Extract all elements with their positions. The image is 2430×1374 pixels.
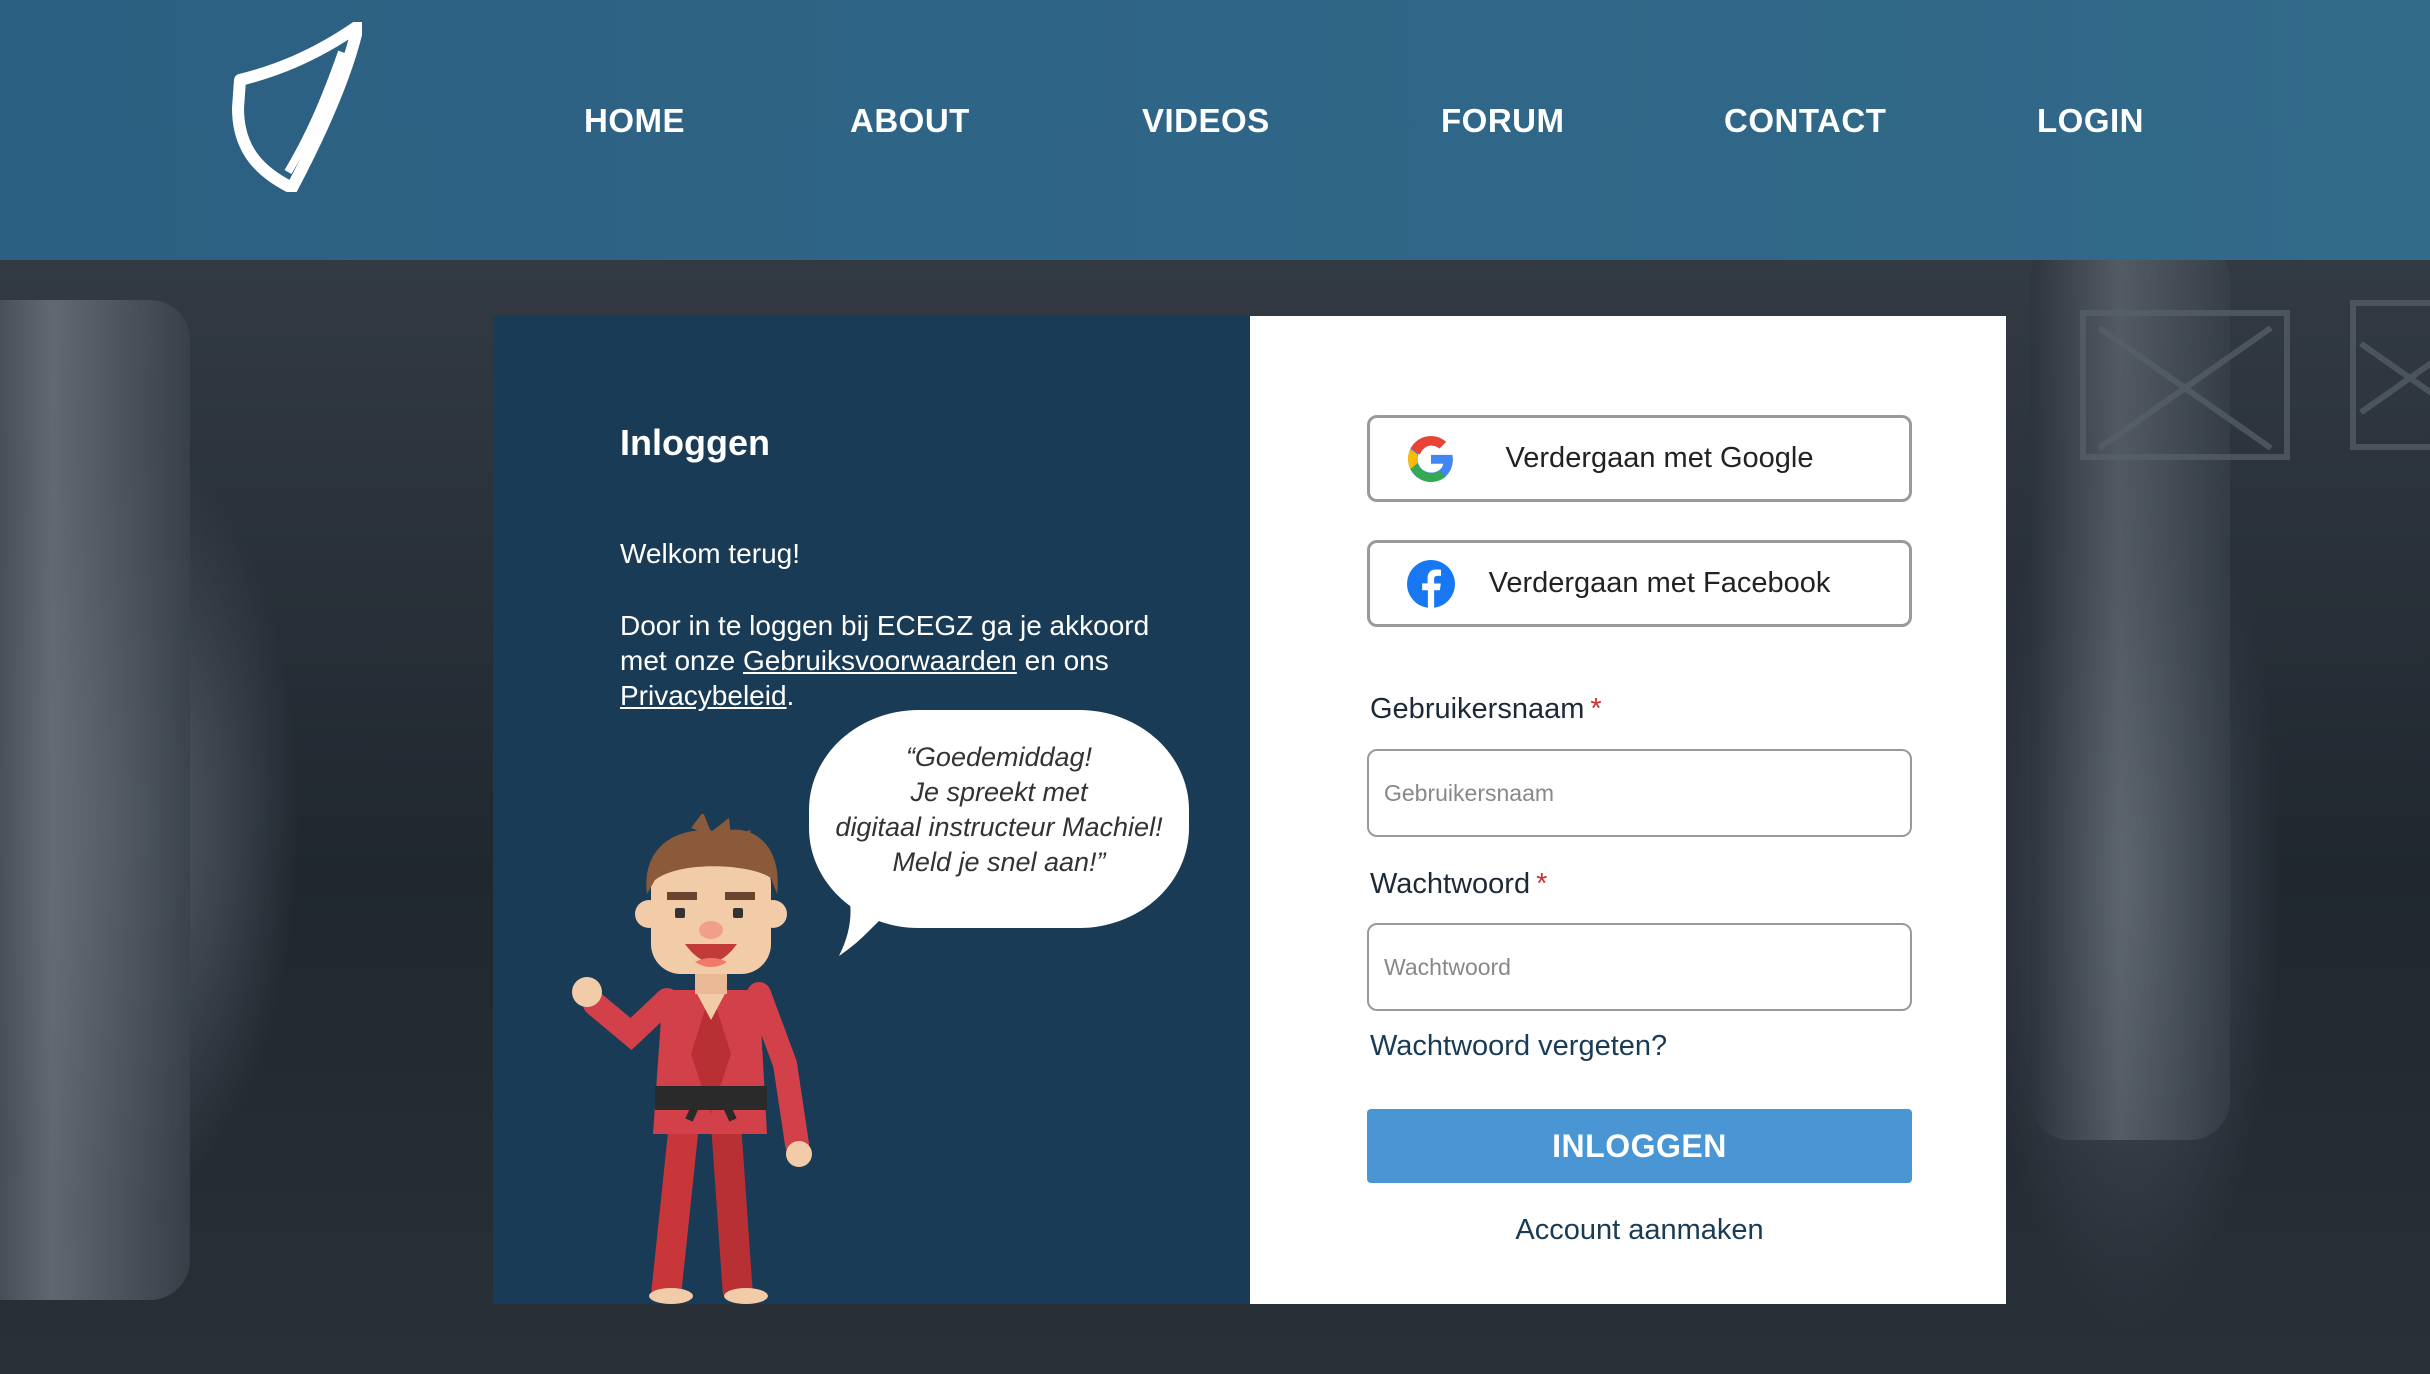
speech-line: Meld je snel aan!” [892,847,1106,877]
create-account-link[interactable]: Account aanmaken [1367,1214,1912,1247]
nav-about[interactable]: ABOUT [850,98,970,144]
nav-videos[interactable]: VIDEOS [1142,98,1270,144]
terms-suffix: . [786,680,795,711]
nav-contact[interactable]: CONTACT [1724,98,1886,144]
username-label-text: Gebruikersnaam [1370,693,1585,725]
terms-middle: en ons [1016,645,1109,676]
username-input[interactable] [1367,749,1912,837]
required-asterisk: * [1590,693,1602,725]
login-button[interactable]: INLOGGEN [1367,1109,1912,1183]
top-navbar: HOME ABOUT VIDEOS FORUM CONTACT LOGIN [0,0,2430,260]
speech-bubble-text: “Goedemiddag! Je spreekt met digitaal in… [809,740,1189,880]
speech-line: digitaal instructeur Machiel! [835,812,1163,842]
forgot-password-link[interactable]: Wachtwoord vergeten? [1370,1030,1667,1063]
password-label: Wachtwoord * [1370,868,1547,901]
password-input[interactable] [1367,923,1912,1011]
privacy-link[interactable]: Privacybeleid [620,680,787,711]
password-label-text: Wachtwoord [1370,868,1531,900]
username-label: Gebruikersnaam * [1370,693,1602,726]
google-signin-label: Verdergaan met Google [1505,442,1814,474]
login-info-panel: Inloggen Welkom terug! Door in te loggen… [493,316,1250,1304]
speech-line: Je spreekt met [910,777,1088,807]
required-asterisk: * [1536,868,1548,900]
terms-link[interactable]: Gebruiksvoorwaarden [743,645,1017,676]
login-form-panel: Verdergaan met Google Verdergaan met Fac… [1250,316,2006,1304]
instructor-character-illustration [572,814,812,1304]
nav-home[interactable]: HOME [584,98,685,144]
google-signin-button[interactable]: Verdergaan met Google [1367,415,1912,502]
terms-text: Door in te loggen bij ECEGZ ga je akkoor… [620,608,1180,713]
nav-login[interactable]: LOGIN [2037,98,2144,144]
facebook-signin-label: Verdergaan met Facebook [1488,567,1831,599]
panel-title: Inloggen [620,422,770,463]
welcome-text: Welkom terug! [620,538,800,569]
nav-forum[interactable]: FORUM [1441,98,1564,144]
main-nav: HOME ABOUT VIDEOS FORUM CONTACT LOGIN [0,98,2430,144]
facebook-signin-button[interactable]: Verdergaan met Facebook [1367,540,1912,627]
speech-line: “Goedemiddag! [905,742,1093,772]
